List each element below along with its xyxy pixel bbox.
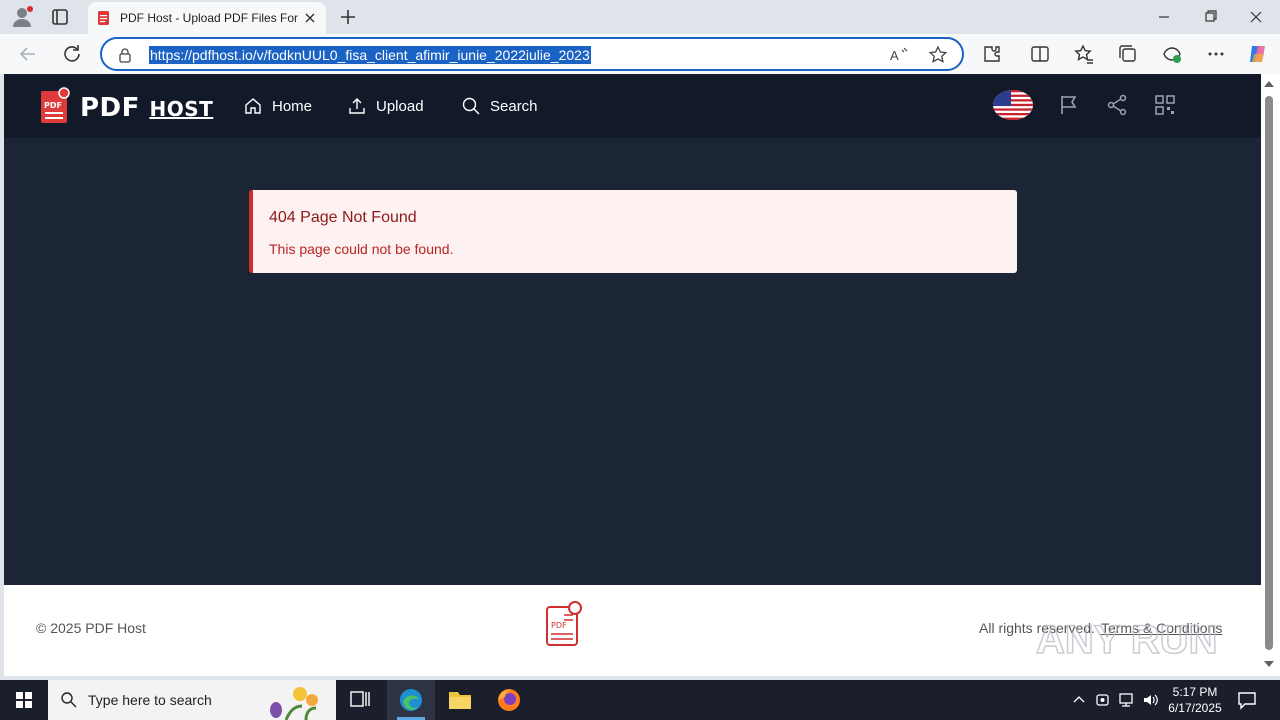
- tab-actions-icon[interactable]: [48, 5, 72, 29]
- volume-icon[interactable]: [1141, 691, 1159, 709]
- close-window-icon[interactable]: [1234, 4, 1278, 30]
- address-url[interactable]: https://pdfhost.io/v/fodknUUL0_fisa_clie…: [149, 46, 591, 64]
- scroll-up-icon[interactable]: [1264, 81, 1274, 87]
- copilot-icon[interactable]: [1246, 42, 1270, 66]
- new-tab-icon[interactable]: [336, 5, 360, 29]
- edge-taskbar-icon[interactable]: [387, 680, 435, 720]
- read-aloud-icon[interactable]: A: [888, 44, 910, 66]
- clock-date: 6/17/2025: [1168, 701, 1222, 715]
- taskbar-search-placeholder: Type here to search: [88, 692, 212, 708]
- share-icon[interactable]: [1105, 93, 1129, 117]
- nav-upload[interactable]: Upload: [347, 92, 424, 120]
- search-icon: [462, 97, 480, 115]
- watermark-text: ANY RUN: [1036, 618, 1218, 662]
- site-logo[interactable]: PDF PDF HOST: [40, 87, 213, 125]
- notifications-icon[interactable]: [1236, 689, 1258, 711]
- anyrun-watermark: ANY RUN: [1035, 607, 1236, 667]
- pdf-document-icon: PDF: [544, 601, 584, 649]
- file-explorer-icon[interactable]: [436, 680, 484, 720]
- us-flag-icon[interactable]: [993, 90, 1033, 120]
- refresh-icon[interactable]: [60, 42, 84, 66]
- browser-toolbar: https://pdfhost.io/v/fodknUUL0_fisa_clie…: [0, 34, 1280, 74]
- logo-small-text: HOST: [149, 97, 214, 121]
- meet-now-icon[interactable]: [1094, 691, 1112, 709]
- browser-essentials-icon[interactable]: [1160, 42, 1184, 66]
- flag-icon[interactable]: [1057, 93, 1081, 117]
- copyright-text: © 2025 PDF Host: [36, 620, 146, 636]
- tab-title: PDF Host - Upload PDF Files For F: [120, 11, 300, 25]
- upload-icon: [349, 98, 365, 114]
- page-scrollbar[interactable]: [1261, 74, 1280, 676]
- split-screen-icon[interactable]: [1028, 42, 1052, 66]
- favorite-star-icon[interactable]: [927, 44, 949, 66]
- flowers-search-art-icon: [256, 680, 336, 720]
- more-options-icon[interactable]: [1204, 42, 1228, 66]
- browser-tab-bar: PDF Host - Upload PDF Files For F: [0, 0, 1280, 34]
- lock-icon[interactable]: [116, 46, 134, 64]
- error-alert: 404 Page Not Found This page could not b…: [249, 190, 1017, 273]
- browser-tab-active[interactable]: PDF Host - Upload PDF Files For F: [88, 2, 326, 34]
- network-icon[interactable]: [1117, 691, 1135, 709]
- windows-taskbar: Type here to search 5:17 PM 6/17/2025: [0, 680, 1280, 720]
- clock-time: 5:17 PM: [1172, 685, 1218, 699]
- nav-upload-label: Upload: [376, 97, 424, 115]
- extensions-icon[interactable]: [980, 42, 1004, 66]
- alert-message: This page could not be found.: [269, 241, 454, 257]
- nav-home[interactable]: Home: [243, 92, 312, 120]
- site-header: PDF PDF HOST Home Upload Search: [4, 74, 1261, 138]
- minimize-icon[interactable]: [1142, 4, 1186, 30]
- close-tab-icon[interactable]: [302, 10, 318, 26]
- profile-icon[interactable]: [10, 5, 34, 29]
- pdf-favicon-icon: [96, 10, 112, 26]
- scroll-down-icon[interactable]: [1264, 661, 1274, 667]
- firefox-icon[interactable]: [485, 680, 533, 720]
- scroll-thumb[interactable]: [1265, 96, 1273, 650]
- back-icon[interactable]: [16, 42, 40, 66]
- svg-text:A: A: [890, 48, 899, 63]
- nav-search-label: Search: [490, 97, 538, 115]
- task-view-icon[interactable]: [336, 680, 384, 720]
- nav-search[interactable]: Search: [461, 92, 538, 120]
- collections-icon[interactable]: [1116, 42, 1140, 66]
- page-viewport: PDF PDF HOST Home Upload Search 404 Page…: [4, 74, 1261, 676]
- favorites-icon[interactable]: [1072, 42, 1096, 66]
- logo-main-text: PDF: [80, 93, 140, 123]
- pdf-logo-icon: PDF: [40, 87, 70, 125]
- logo-text: PDF HOST: [80, 93, 213, 123]
- nav-home-label: Home: [272, 97, 313, 115]
- tray-overflow-icon[interactable]: [1070, 691, 1088, 709]
- taskbar-clock[interactable]: 5:17 PM 6/17/2025: [1160, 684, 1230, 716]
- svg-text:PDF: PDF: [44, 101, 62, 110]
- restore-icon[interactable]: [1188, 4, 1232, 30]
- windows-start-icon[interactable]: [0, 680, 48, 720]
- qr-code-icon[interactable]: [1153, 93, 1177, 117]
- address-bar[interactable]: https://pdfhost.io/v/fodknUUL0_fisa_clie…: [100, 37, 964, 71]
- home-icon: [245, 98, 261, 114]
- alert-title: 404 Page Not Found: [269, 209, 417, 226]
- taskbar-search-icon: [60, 691, 78, 709]
- svg-text:PDF: PDF: [551, 621, 567, 630]
